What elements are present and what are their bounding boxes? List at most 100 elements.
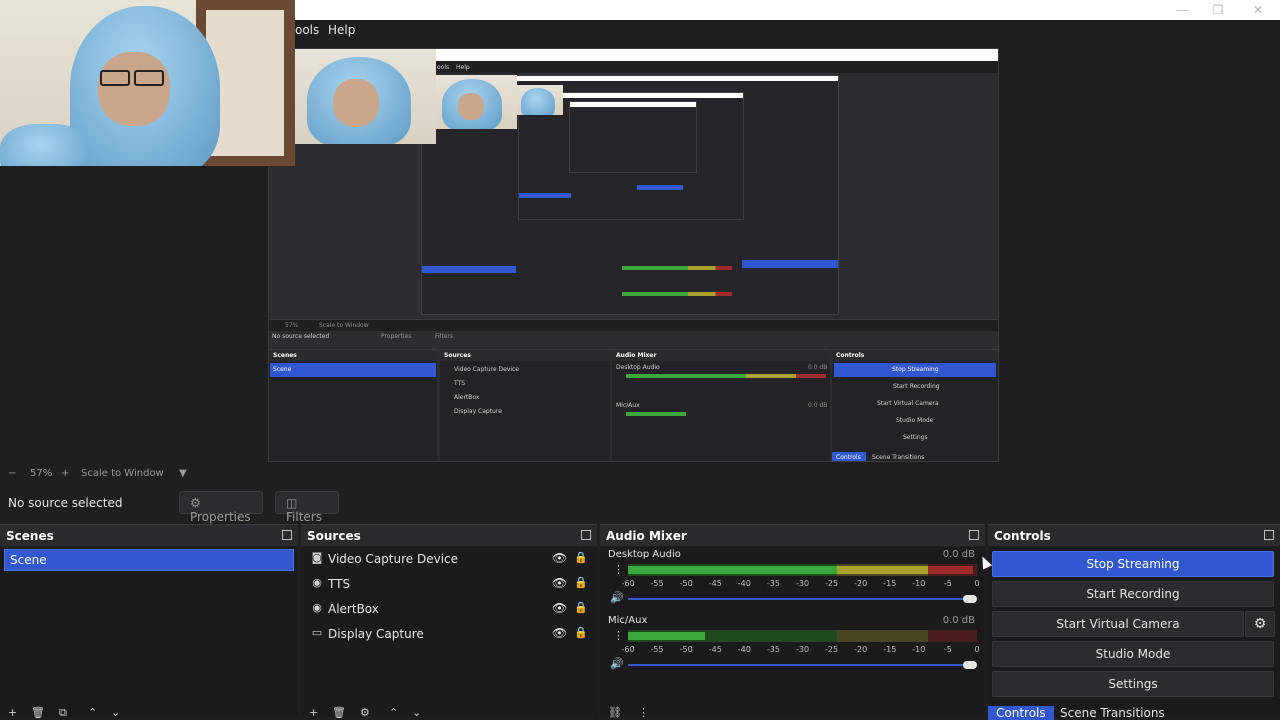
captured-mixer-dock: Audio Mixer Desktop Audio 0.0 dB Mic/Aux… [612,349,830,461]
maximize-button[interactable]: ❐ [1208,2,1228,18]
meter-tick-label: -35 [766,645,780,654]
captured-start-virtual-camera: Start Virtual Camera [877,400,939,407]
meter-tick-label: -10 [912,645,926,654]
eye-icon[interactable]: 👁 [552,601,567,615]
captured-db-2: 0.0 dB [808,402,828,409]
level-meter [628,564,977,576]
add-scene-button[interactable]: + [8,706,17,719]
scenes-title: Scenes [6,529,54,543]
stop-streaming-button[interactable]: Stop Streaming [992,551,1274,577]
chevron-down-icon[interactable]: ▼ [179,468,187,479]
source-properties-icon[interactable]: ⚙ [360,706,370,719]
controls-title: Controls [994,529,1051,543]
float-dock-icon[interactable] [581,530,591,540]
mixer-title: Audio Mixer [606,529,687,543]
scene-item[interactable]: Scene [4,549,294,571]
source-label: Display Capture [328,627,424,641]
speaker-icon[interactable]: 🔊 [610,591,624,604]
studio-mode-button[interactable]: Studio Mode [992,641,1274,667]
volume-slider-knob[interactable] [963,661,977,669]
volume-slider-knob[interactable] [963,595,977,603]
tab-scene-transitions[interactable]: Scene Transitions [1052,706,1173,720]
nested-webcam-1 [295,49,436,144]
captured-scenes-title: Scenes [269,350,437,361]
meter-tick-label: -40 [737,645,751,654]
move-up-icon[interactable]: ⌃ [88,706,97,719]
zoom-out-button[interactable]: − [8,468,16,479]
source-row[interactable]: ▭ Display Capture 👁 🔒 [307,624,591,646]
move-down-icon[interactable]: ⌄ [111,706,120,719]
lock-icon[interactable]: 🔒 [574,601,588,614]
scenes-list [0,547,298,717]
remove-scene-icon[interactable]: 🗑 [31,706,45,719]
captured-meter-1 [626,374,826,378]
remove-source-icon[interactable]: 🗑 [332,706,346,719]
properties-label: Properties [190,510,251,524]
float-dock-icon[interactable] [1264,530,1274,540]
nested-meter-2b [622,292,732,296]
volume-slider[interactable] [628,664,977,666]
float-dock-icon[interactable] [282,530,292,540]
source-row[interactable]: ◉ AlertBox 👁 🔒 [307,599,591,621]
channel-menu-icon[interactable]: ⋮ [613,564,624,575]
scene-filters-icon[interactable]: ⧉ [59,706,67,720]
source-row[interactable]: ◉ TTS 👁 🔒 [307,574,591,596]
meter-tick-label: 0 [974,579,980,588]
captured-mixer-title: Audio Mixer [612,350,830,361]
minimize-button[interactable]: — [1172,2,1192,18]
lock-icon[interactable]: 🔒 [574,576,588,589]
nested-stop-streaming-3 [637,185,683,190]
meter-level [628,632,705,640]
menu-tools[interactable]: ools [295,23,319,37]
move-up-icon[interactable]: ⌃ [389,706,398,719]
advanced-audio-icon[interactable]: ⛓ [608,706,622,719]
meter-tick-label: -5 [943,645,952,654]
speaker-icon[interactable]: 🔊 [610,657,624,670]
close-button[interactable]: ✕ [1248,2,1268,18]
cam-glasses-left [100,70,130,86]
filters-label: Filters [286,510,322,524]
eye-icon[interactable]: 👁 [552,576,567,590]
no-source-label: No source selected [8,496,123,510]
nested-preview-3 [569,101,697,173]
lock-icon[interactable]: 🔒 [574,626,588,639]
gear-icon[interactable]: ⚙ [1245,611,1275,637]
float-dock-icon[interactable] [969,530,979,540]
channel-menu-icon[interactable]: ⋮ [613,630,624,641]
scale-mode-select[interactable]: Scale to Window [81,468,164,479]
lock-icon[interactable]: 🔒 [574,551,588,564]
meter-ticks: -60 -55 -50 -45 -40 -35 -30 -25 -20 -15 -10 -5 0 [621,645,980,655]
add-source-button[interactable]: + [309,706,318,719]
camera-icon: ◙ [311,551,323,564]
start-virtual-camera-button[interactable]: Start Virtual Camera [992,611,1244,637]
start-recording-button[interactable]: Start Recording [992,581,1274,607]
eye-icon[interactable]: 👁 [552,551,567,565]
volume-slider[interactable] [628,598,977,600]
move-down-icon[interactable]: ⌄ [412,706,421,719]
nested-scene-2 [422,266,516,273]
meter-tick-label: -25 [825,645,839,654]
captured-db-1: 0.0 dB [808,364,828,371]
tab-controls[interactable]: Controls [988,706,1054,720]
globe-icon: ◉ [312,576,322,589]
captured-zoom: 57% [285,322,299,329]
source-row[interactable]: ◙ Video Capture Device 👁 🔒 [307,549,591,571]
globe-icon: ◉ [312,601,322,614]
menu-help[interactable]: Help [328,23,355,37]
mixer-menu-icon[interactable]: ⋮ [638,706,649,719]
captured-properties: Properties [381,333,412,340]
filters-button[interactable]: ◫ Filters [275,491,339,524]
zoom-in-button[interactable]: + [61,468,69,479]
cam-glasses-right [134,70,164,86]
properties-button[interactable]: ⚙ Properties [179,491,263,524]
nested-webcam-2 [436,75,517,129]
captured-filters: Filters [435,333,453,340]
settings-button[interactable]: Settings [992,671,1274,697]
captured-studio-mode: Studio Mode [896,417,934,424]
channel-name: Mic/Aux [608,615,648,626]
meter-tick-label: 0 [974,645,980,654]
eye-icon[interactable]: 👁 [552,626,567,640]
captured-scene-row [270,363,436,377]
channel-name: Desktop Audio [608,549,681,560]
meter-tick-label: -50 [679,645,693,654]
